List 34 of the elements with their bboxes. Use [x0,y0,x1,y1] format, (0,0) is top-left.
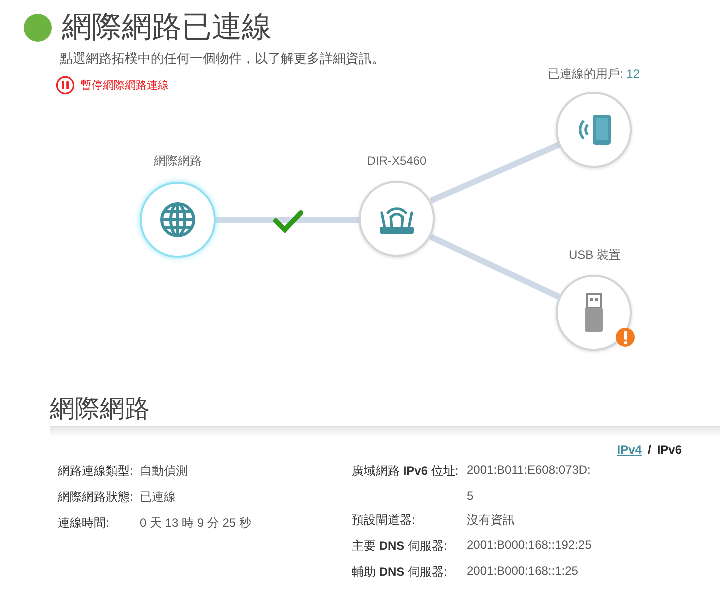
status-dot [24,14,52,42]
field-value: 沒有資訊 [467,512,516,529]
field-value: 2001:B000:168::192:25 [467,538,592,554]
instruction-text: 點選網路拓樸中的任何一個物件，以了解更多詳細資訊。 [60,50,385,68]
pause-icon [56,76,75,95]
globe-icon [158,200,198,240]
field-value: 自動偵測 [140,463,189,480]
node-label: USB 裝置 [569,247,621,264]
field-value: 2001:B000:168::1:25 [467,564,580,580]
usb-node[interactable] [556,275,632,351]
field-value: 0 天 13 時 9 分 25 秒 [140,515,252,532]
tab-separator: / [648,443,652,457]
field-label: 主要 DNS 伺服器: [352,538,448,555]
field-label: 網際網路狀態: [58,489,134,506]
pause-link[interactable]: 暫停網際網路連線 [56,76,169,95]
node-label: 網際網路 [154,153,202,170]
router-node[interactable] [359,181,435,257]
protocol-tab[interactable]: IPv6 [657,443,682,457]
field-value: 5 [467,489,475,503]
field-value: 2001:B011:E608:073D: [467,463,592,479]
internet-node[interactable] [140,182,216,258]
field-label: 連線時間: [58,515,110,532]
field-label: 輔助 DNS 伺服器: [352,564,448,581]
field-label: 廣域網路 IPv6 位址: [352,463,460,480]
field-value: 已連線 [140,489,177,506]
section-title: 網際網路 [50,394,151,425]
clients-node[interactable] [556,92,632,168]
protocol-tab[interactable]: IPv4 [617,443,642,457]
field-label: 網路連線類型: [58,463,134,480]
usb-drive-icon [584,293,604,333]
page-title: 網際網路已連線 [62,10,272,46]
field-label: 預設閘道器: [352,512,416,529]
clients-label: 已連線的用戶: 12 [548,66,640,83]
node-label: DIR-X5460 [367,154,427,168]
